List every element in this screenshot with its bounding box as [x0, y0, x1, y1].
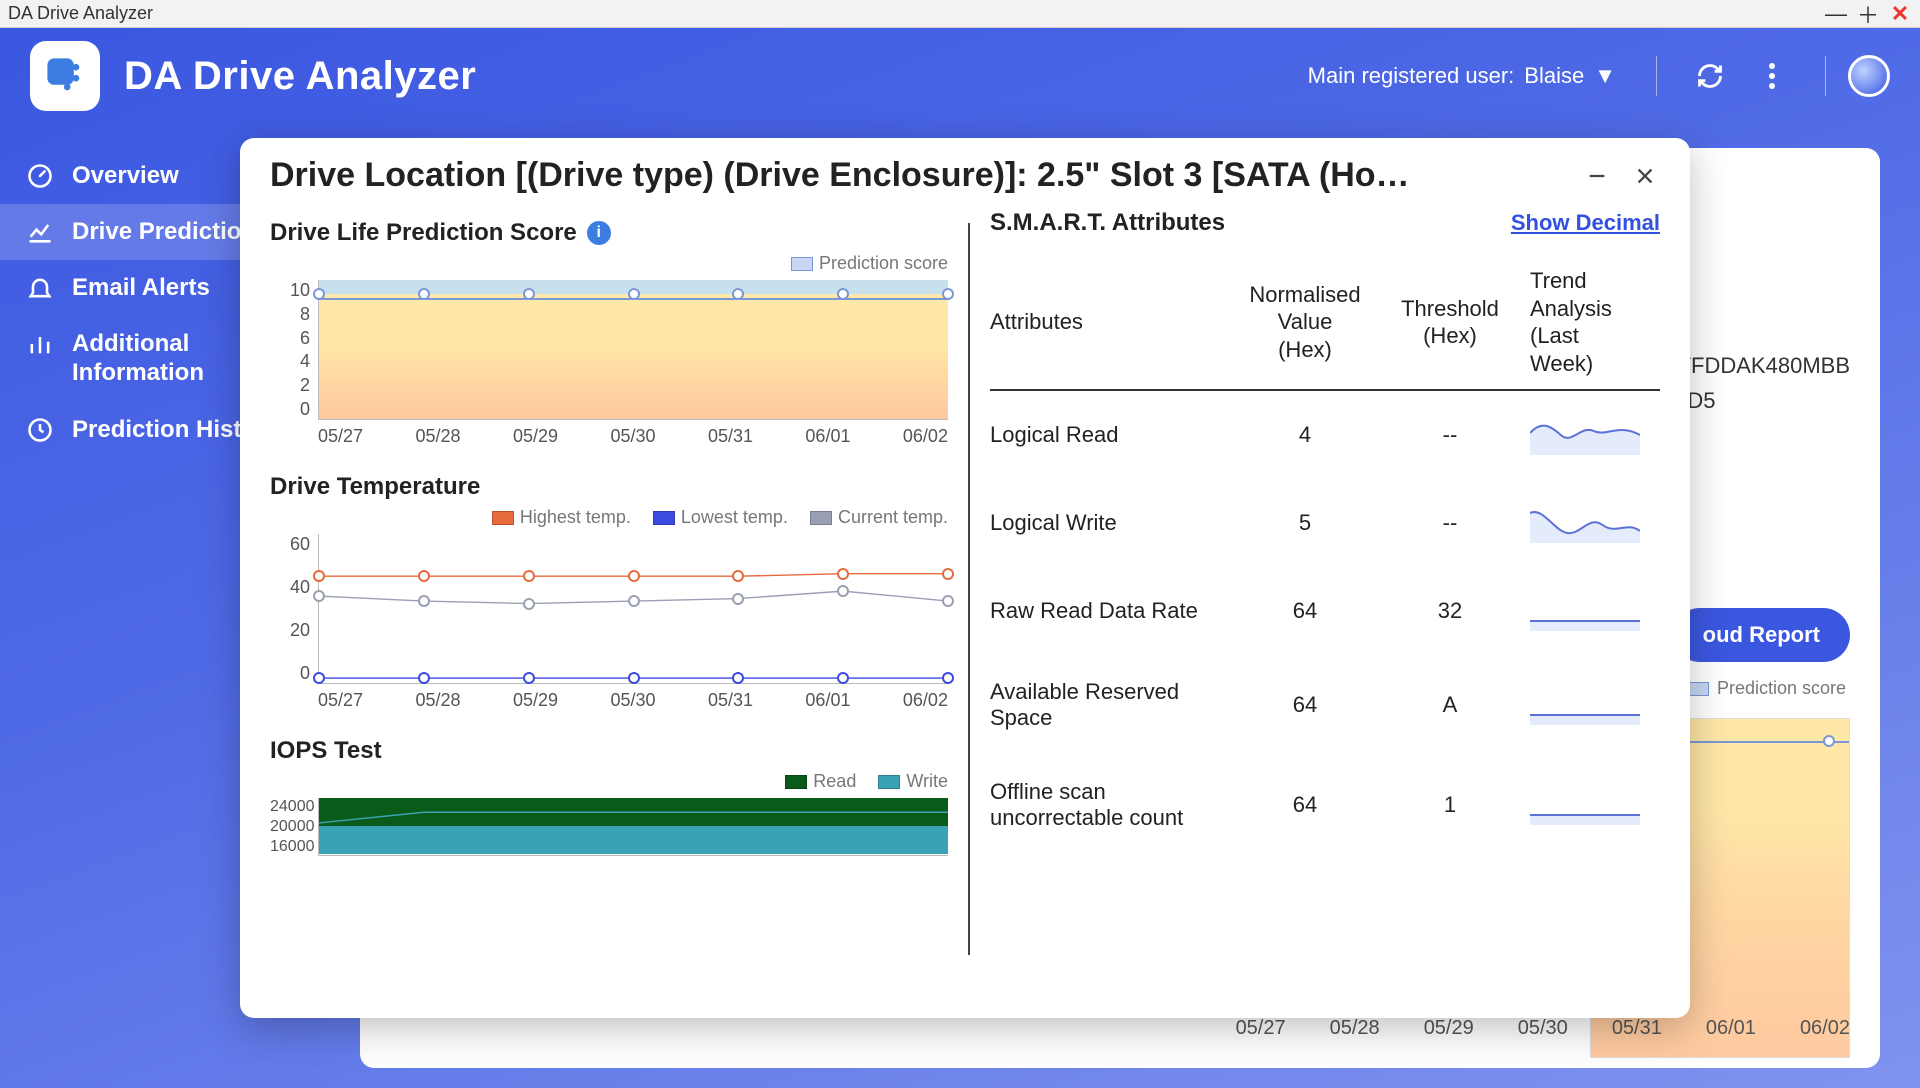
chevron-down-icon: ▼ — [1594, 63, 1616, 89]
sidebar: Overview Drive Predictions Email Alerts … — [0, 148, 250, 458]
info-icon[interactable]: i — [587, 221, 611, 245]
cell-attribute: Logical Read — [990, 422, 1230, 448]
table-row: Available Reserved Space64A — [990, 655, 1660, 755]
background-x-axis: 05/2705/2805/2905/3005/3106/0106/02 — [1236, 1017, 1850, 1040]
cell-attribute: Available Reserved Space — [990, 679, 1230, 731]
smart-table: Attributes NormalisedValue(Hex) Threshol… — [990, 267, 1660, 855]
smart-title: S.M.A.R.T. Attributes — [990, 209, 1225, 237]
sidebar-item-label: Drive Predictions — [72, 218, 250, 246]
app-header: DA Drive Analyzer Main registered user: … — [0, 28, 1920, 124]
sidebar-item-additional-information[interactable]: AdditionalInformation — [0, 316, 250, 402]
col-normalised-value: NormalisedValue(Hex) — [1230, 281, 1380, 364]
user-name: Blaise — [1524, 63, 1584, 89]
cell-trend-sparkline — [1520, 415, 1640, 455]
app-title: DA Drive Analyzer — [124, 54, 476, 99]
close-modal-icon[interactable] — [1630, 161, 1660, 191]
cell-value: 64 — [1230, 792, 1380, 818]
col-threshold: Threshold(Hex) — [1380, 295, 1520, 350]
prediction-score-block: Drive Life Prediction Score i Prediction… — [270, 219, 948, 447]
divider — [1825, 56, 1826, 96]
gauge-icon — [26, 162, 54, 190]
sidebar-item-email-alerts[interactable]: Email Alerts — [0, 260, 250, 316]
modal-title: Drive Location [(Drive type) (Drive Encl… — [270, 156, 1564, 195]
temperature-title: Drive Temperature — [270, 473, 480, 501]
column-divider — [968, 223, 970, 955]
chart-line-icon — [26, 218, 54, 246]
table-row: Logical Write5-- — [990, 479, 1660, 567]
sidebar-item-drive-predictions[interactable]: Drive Predictions — [0, 204, 250, 260]
bar-chart-icon — [26, 330, 54, 358]
close-icon[interactable]: ✕ — [1888, 1, 1912, 27]
user-label: Main registered user: — [1308, 63, 1515, 89]
cell-threshold: -- — [1380, 510, 1520, 536]
sidebar-item-prediction-history[interactable]: Prediction History — [0, 402, 250, 458]
table-row: Offline scan uncorrectable count641 — [990, 755, 1660, 855]
table-row: Logical Read4-- — [990, 391, 1660, 479]
user-menu[interactable]: Main registered user: Blaise ▼ — [1308, 63, 1634, 89]
cell-attribute: Raw Read Data Rate — [990, 598, 1230, 624]
prediction-chart: 1086420 — [270, 280, 948, 420]
cell-attribute: Logical Write — [990, 510, 1230, 536]
kebab-menu-icon[interactable] — [1757, 61, 1787, 91]
smart-header-row: Attributes NormalisedValue(Hex) Threshol… — [990, 267, 1660, 391]
divider — [1656, 56, 1657, 96]
refresh-icon[interactable] — [1695, 61, 1725, 91]
app-shell: DA Drive Analyzer Main registered user: … — [0, 28, 1920, 1088]
sidebar-item-label: AdditionalInformation — [72, 330, 204, 388]
temperature-chart: 6040200 — [270, 534, 948, 684]
table-row: Raw Read Data Rate6432 — [990, 567, 1660, 655]
iops-chart: 240002000016000 — [270, 798, 948, 856]
temperature-block: Drive Temperature Highest temp. Lowest t… — [270, 473, 948, 711]
bell-icon — [26, 274, 54, 302]
cell-threshold: 32 — [1380, 598, 1520, 624]
minimize-icon[interactable]: — — [1824, 1, 1848, 27]
window-title: DA Drive Analyzer — [8, 3, 153, 24]
charts-column: Drive Life Prediction Score i Prediction… — [270, 195, 948, 995]
sidebar-item-label: Overview — [72, 162, 179, 190]
cell-threshold: -- — [1380, 422, 1520, 448]
prediction-title: Drive Life Prediction Score — [270, 219, 577, 247]
iops-block: IOPS Test Read Write 240002000016000 — [270, 737, 948, 856]
iops-title: IOPS Test — [270, 737, 382, 765]
cell-trend-sparkline — [1520, 685, 1640, 725]
os-titlebar: DA Drive Analyzer — ＋ ✕ — [0, 0, 1920, 28]
show-decimal-link[interactable]: Show Decimal — [1511, 210, 1660, 236]
avatar[interactable] — [1848, 55, 1890, 97]
cell-value: 5 — [1230, 510, 1380, 536]
cell-threshold: 1 — [1380, 792, 1520, 818]
minimize-modal-icon[interactable] — [1582, 161, 1612, 191]
cloud-report-button[interactable]: oud Report — [1673, 608, 1850, 662]
col-trend: TrendAnalysis(LastWeek) — [1520, 267, 1660, 377]
history-icon — [26, 416, 54, 444]
smart-column: S.M.A.R.T. Attributes Show Decimal Attri… — [990, 195, 1660, 995]
cell-trend-sparkline — [1520, 785, 1640, 825]
app-logo — [30, 41, 100, 111]
cell-attribute: Offline scan uncorrectable count — [990, 779, 1230, 831]
cell-value: 64 — [1230, 692, 1380, 718]
col-attributes: Attributes — [990, 309, 1230, 335]
sidebar-item-label: Prediction History — [72, 416, 250, 444]
maximize-icon[interactable]: ＋ — [1856, 0, 1880, 30]
sidebar-item-label: Email Alerts — [72, 274, 210, 302]
cell-trend-sparkline — [1520, 591, 1640, 631]
sidebar-item-overview[interactable]: Overview — [0, 148, 250, 204]
cell-value: 4 — [1230, 422, 1380, 448]
drive-detail-modal: Drive Location [(Drive type) (Drive Encl… — [240, 138, 1690, 1018]
cell-value: 64 — [1230, 598, 1380, 624]
cell-trend-sparkline — [1520, 503, 1640, 543]
legend-prediction-score: Prediction score — [1687, 678, 1846, 699]
cell-threshold: A — [1380, 692, 1520, 718]
